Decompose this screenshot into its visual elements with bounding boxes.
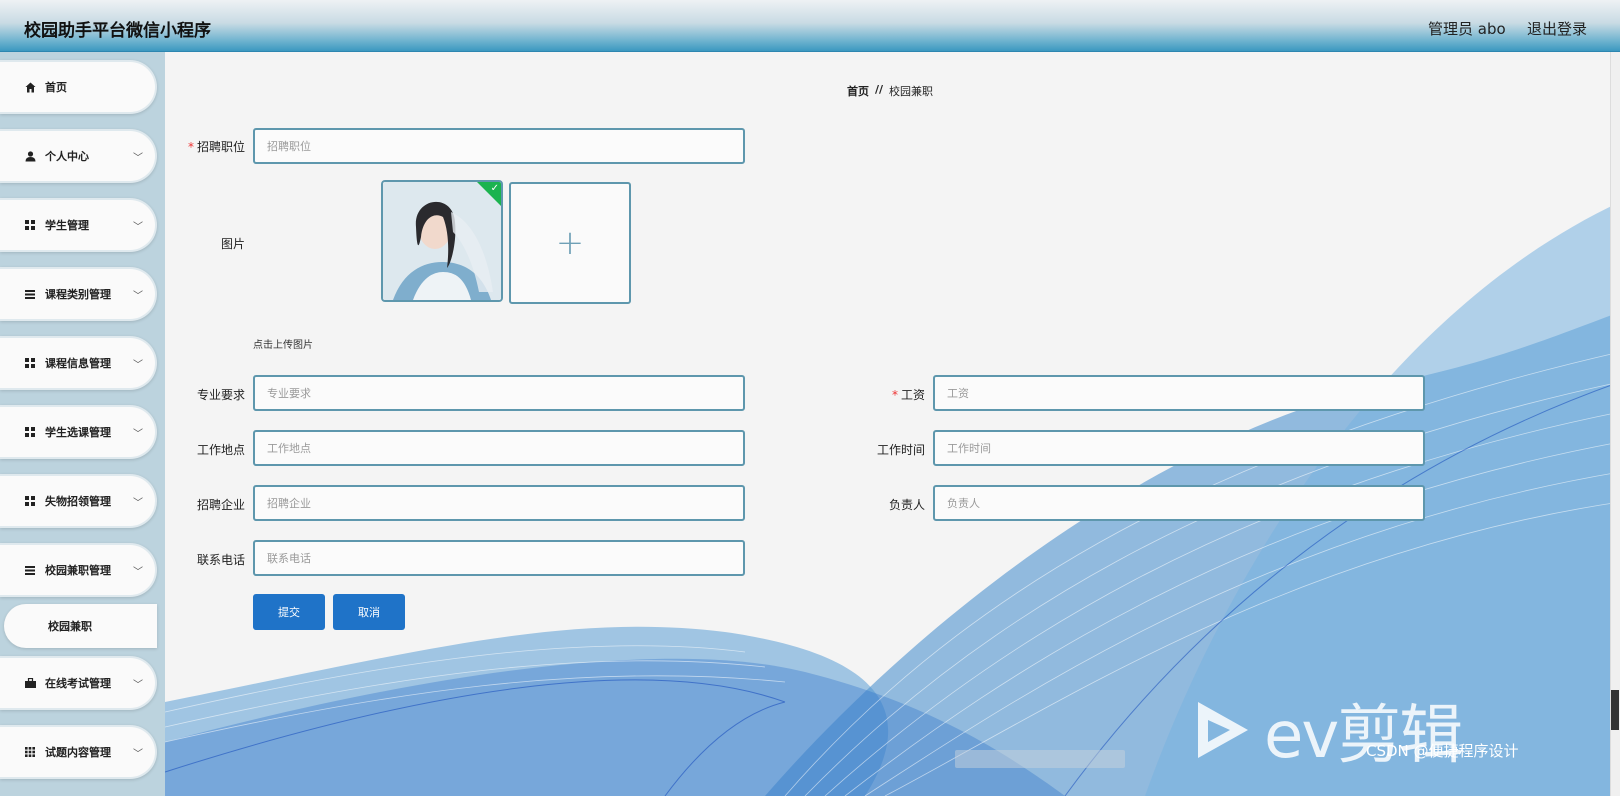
check-icon: ✓ bbox=[490, 183, 499, 194]
sidebar-item-online-exam[interactable]: 在线考试管理 ﹀ bbox=[0, 656, 157, 710]
sidebar-item-personal-center[interactable]: 个人中心 ﹀ bbox=[0, 129, 157, 183]
chevron-down-icon: ﹀ bbox=[133, 291, 143, 302]
sidebar-item-label: 学生选课管理 bbox=[45, 426, 111, 439]
chevron-down-icon: ﹀ bbox=[133, 360, 143, 371]
location-label: 工作地点 bbox=[196, 443, 245, 457]
sidebar-item-label: 课程类别管理 bbox=[45, 288, 111, 301]
scrollbar-track[interactable] bbox=[1610, 52, 1620, 796]
cancel-button[interactable]: 取消 bbox=[333, 594, 405, 630]
salary-label: * 工资 bbox=[845, 386, 925, 403]
salary-label-text: 工资 bbox=[900, 388, 925, 402]
chevron-down-icon: ﹀ bbox=[133, 680, 143, 691]
sidebar-subitem-part-time-jobs[interactable]: 校园兼职 bbox=[4, 604, 157, 648]
chevron-down-icon: ﹀ bbox=[133, 429, 143, 440]
admin-label: 管理员 abo bbox=[1428, 20, 1506, 38]
phone-label: 联系电话 bbox=[196, 553, 245, 567]
upload-hint: 点击上传图片 bbox=[253, 340, 313, 351]
work-time-input[interactable] bbox=[933, 430, 1425, 466]
job-title-input[interactable] bbox=[253, 128, 745, 164]
briefcase-icon bbox=[24, 677, 36, 689]
sidebar-item-label: 学生管理 bbox=[45, 219, 89, 232]
sidebar-item-question-content[interactable]: 试题内容管理 ﹀ bbox=[0, 725, 157, 779]
work-time-label: 工作时间 bbox=[876, 443, 925, 457]
home-icon bbox=[24, 81, 36, 93]
job-title-label-text: 招聘职位 bbox=[196, 140, 245, 154]
image-upload-button[interactable]: + bbox=[509, 182, 631, 304]
major-input[interactable] bbox=[253, 375, 745, 411]
company-input[interactable] bbox=[253, 485, 745, 521]
app-title: 校园助手平台微信小程序 bbox=[24, 21, 211, 41]
play-logo-icon bbox=[1198, 702, 1248, 758]
job-title-label: * 招聘职位 bbox=[165, 138, 245, 155]
sidebar-item-course-selection[interactable]: 学生选课管理 ﹀ bbox=[0, 405, 157, 459]
sidebar-item-course-categories[interactable]: 课程类别管理 ﹀ bbox=[0, 267, 157, 321]
submit-button[interactable]: 提交 bbox=[253, 594, 325, 630]
sidebar-item-label: 课程信息管理 bbox=[45, 357, 111, 370]
major-label: 专业要求 bbox=[196, 388, 245, 402]
sidebar-item-students[interactable]: 学生管理 ﹀ bbox=[0, 198, 157, 252]
owner-label: 负责人 bbox=[888, 498, 925, 512]
sidebar-item-label: 首页 bbox=[45, 81, 67, 94]
watermark: ev剪辑 bbox=[1190, 684, 1463, 776]
image-label: 图片 bbox=[220, 237, 245, 251]
owner-input[interactable] bbox=[933, 485, 1425, 521]
sidebar-item-label: 校园兼职管理 bbox=[45, 564, 111, 577]
salary-input[interactable] bbox=[933, 375, 1425, 411]
floating-toolbar bbox=[955, 750, 1125, 768]
chevron-down-icon: ﹀ bbox=[133, 498, 143, 509]
company-label: 招聘企业 bbox=[196, 498, 245, 512]
logout-link[interactable]: 退出登录 bbox=[1527, 18, 1587, 39]
chevron-down-icon: ﹀ bbox=[133, 567, 143, 578]
grid-icon bbox=[24, 426, 36, 438]
credit-text: CSDN @便捷程序设计 bbox=[1366, 742, 1519, 760]
grid-icon bbox=[24, 357, 36, 369]
location-input[interactable] bbox=[253, 430, 745, 466]
sidebar-item-label: 失物招领管理 bbox=[45, 495, 111, 508]
sidebar-item-home[interactable]: 首页 bbox=[0, 60, 157, 114]
user-icon bbox=[24, 150, 36, 162]
sidebar-item-lost-found[interactable]: 失物招领管理 ﹀ bbox=[0, 474, 157, 528]
breadcrumb: 首页 // 校园兼职 bbox=[847, 83, 933, 99]
plus-icon: + bbox=[555, 223, 585, 263]
phone-input[interactable] bbox=[253, 540, 745, 576]
required-mark: * bbox=[187, 140, 194, 154]
sidebar-item-label: 试题内容管理 bbox=[45, 746, 111, 759]
sidebar-item-label: 在线考试管理 bbox=[45, 677, 111, 690]
list-icon bbox=[24, 564, 36, 576]
watermark-text: ev剪辑 bbox=[1264, 699, 1463, 773]
breadcrumb-home[interactable]: 首页 bbox=[847, 83, 869, 99]
required-mark: * bbox=[891, 388, 898, 402]
chevron-down-icon: ﹀ bbox=[133, 153, 143, 164]
sidebar-item-course-info[interactable]: 课程信息管理 ﹀ bbox=[0, 336, 157, 390]
sidebar-item-label: 个人中心 bbox=[45, 150, 89, 163]
grid-icon bbox=[24, 495, 36, 507]
table-icon bbox=[24, 746, 36, 758]
top-header: 校园助手平台微信小程序 管理员 abo 退出登录 bbox=[0, 0, 1620, 52]
main-content: 首页 // 校园兼职 *招聘职位 图片 ✓ + 点击上传图片 专业要求 *工资 … bbox=[165, 52, 1620, 796]
sidebar-item-part-time[interactable]: 校园兼职管理 ﹀ bbox=[0, 543, 157, 597]
sidebar: 首页 个人中心 ﹀ 学生管理 ﹀ 课程类别管理 ﹀ 课程信息管理 ﹀ 学生选课管… bbox=[0, 52, 165, 796]
breadcrumb-current: 校园兼职 bbox=[889, 85, 934, 98]
chevron-down-icon: ﹀ bbox=[133, 222, 143, 233]
breadcrumb-separator: // bbox=[875, 83, 884, 96]
list-icon bbox=[24, 288, 36, 300]
scrollbar-thumb[interactable] bbox=[1611, 690, 1619, 730]
chevron-down-icon: ﹀ bbox=[133, 749, 143, 760]
uploaded-image-thumbnail[interactable]: ✓ bbox=[381, 180, 503, 302]
grid-icon bbox=[24, 219, 36, 231]
